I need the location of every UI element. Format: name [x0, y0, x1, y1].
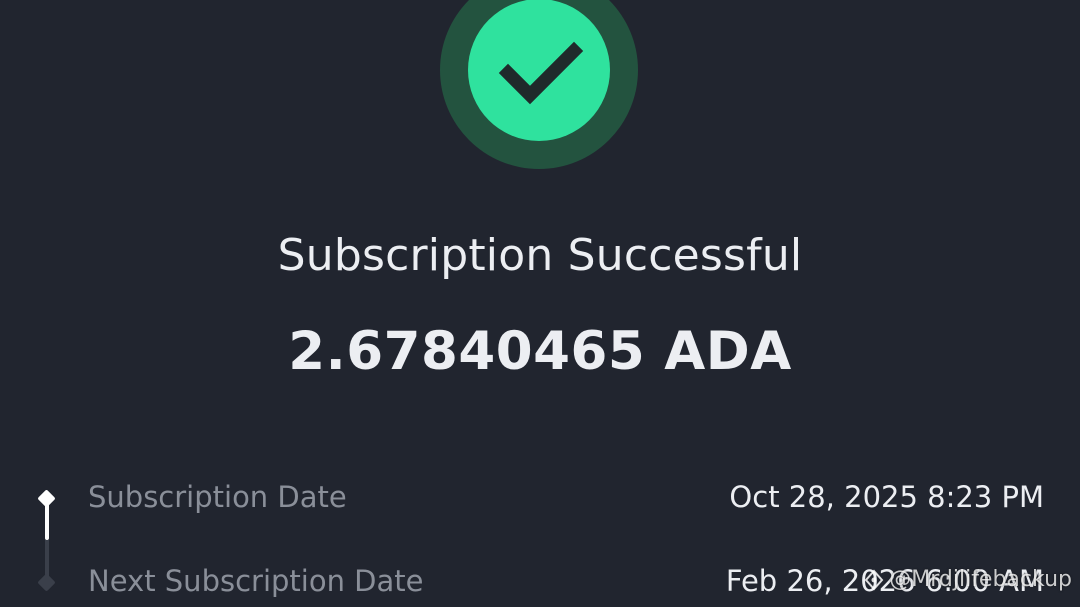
detail-label: Next Subscription Date — [88, 564, 424, 598]
timeline-node-pending-icon — [37, 573, 56, 592]
success-circle — [468, 0, 610, 141]
subscription-amount: 2.67840465 ADA — [288, 321, 792, 382]
success-status-badge — [440, 0, 638, 169]
detail-label: Subscription Date — [88, 480, 347, 514]
checkmark-icon — [498, 41, 584, 105]
watermark-text: @Mrdjlifebackup — [889, 567, 1072, 592]
detail-value: Oct 28, 2025 8:23 PM — [729, 480, 1044, 514]
subscription-timeline — [36, 486, 58, 607]
page-title: Subscription Successful — [277, 230, 803, 281]
timeline-node-completed-icon — [37, 489, 56, 508]
rednote-logo-icon — [864, 568, 884, 591]
detail-row-subscription-date: Subscription Date Oct 28, 2025 8:23 PM — [88, 480, 1044, 520]
watermark: @Mrdjlifebackup — [863, 567, 1072, 592]
